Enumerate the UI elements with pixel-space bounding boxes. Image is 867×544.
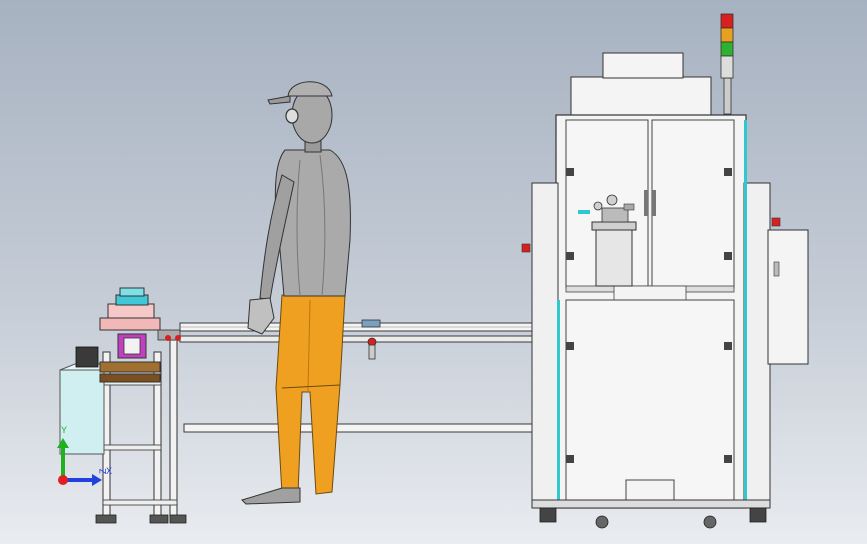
assembly-drawing: Y X Z [57, 13, 809, 529]
stack-light-green [720, 41, 734, 57]
loading-station [59, 287, 187, 524]
control-box [767, 229, 809, 365]
cad-viewport[interactable]: Y X Z [0, 0, 867, 544]
conveyor-rail [179, 319, 533, 433]
dispensing-machine [521, 52, 781, 529]
pressure-tank [591, 194, 637, 287]
stack-light [720, 13, 734, 115]
stack-light-amber [720, 27, 734, 43]
z-axis [58, 475, 68, 485]
z-axis-label: Z [98, 468, 108, 474]
operator-mannequin [241, 81, 351, 505]
x-axis-arrow [92, 474, 102, 486]
stack-light-red [720, 13, 734, 29]
y-axis-label: Y [61, 425, 67, 435]
